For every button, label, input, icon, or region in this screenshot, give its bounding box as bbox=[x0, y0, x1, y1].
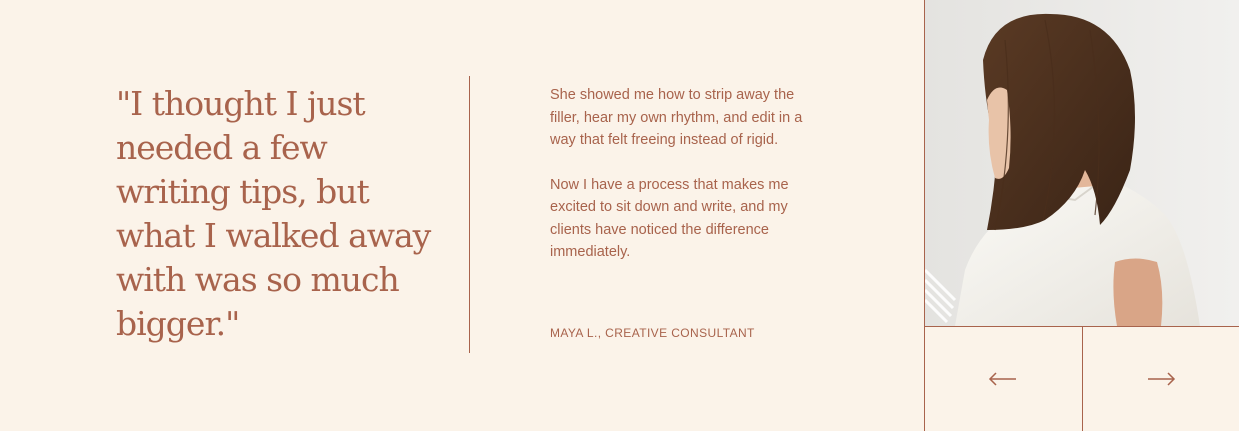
next-button[interactable] bbox=[1081, 327, 1239, 431]
previous-button[interactable] bbox=[925, 327, 1082, 431]
arrow-right-icon bbox=[1147, 372, 1175, 386]
testimonial-body: She showed me how to strip away the fill… bbox=[550, 84, 810, 286]
testimonial-quote: "I thought I just needed a few writing t… bbox=[116, 84, 431, 343]
testimonial-paragraph: Now I have a process that makes me excit… bbox=[550, 176, 789, 261]
testimonial-attribution: MAYA L., CREATIVE CONSULTANT bbox=[550, 326, 755, 340]
carousel-navigation bbox=[924, 326, 1239, 431]
vertical-divider bbox=[469, 76, 470, 353]
testimonial-photo bbox=[924, 0, 1239, 326]
testimonial-paragraph: She showed me how to strip away the fill… bbox=[550, 87, 803, 148]
arrow-left-icon bbox=[989, 372, 1017, 386]
